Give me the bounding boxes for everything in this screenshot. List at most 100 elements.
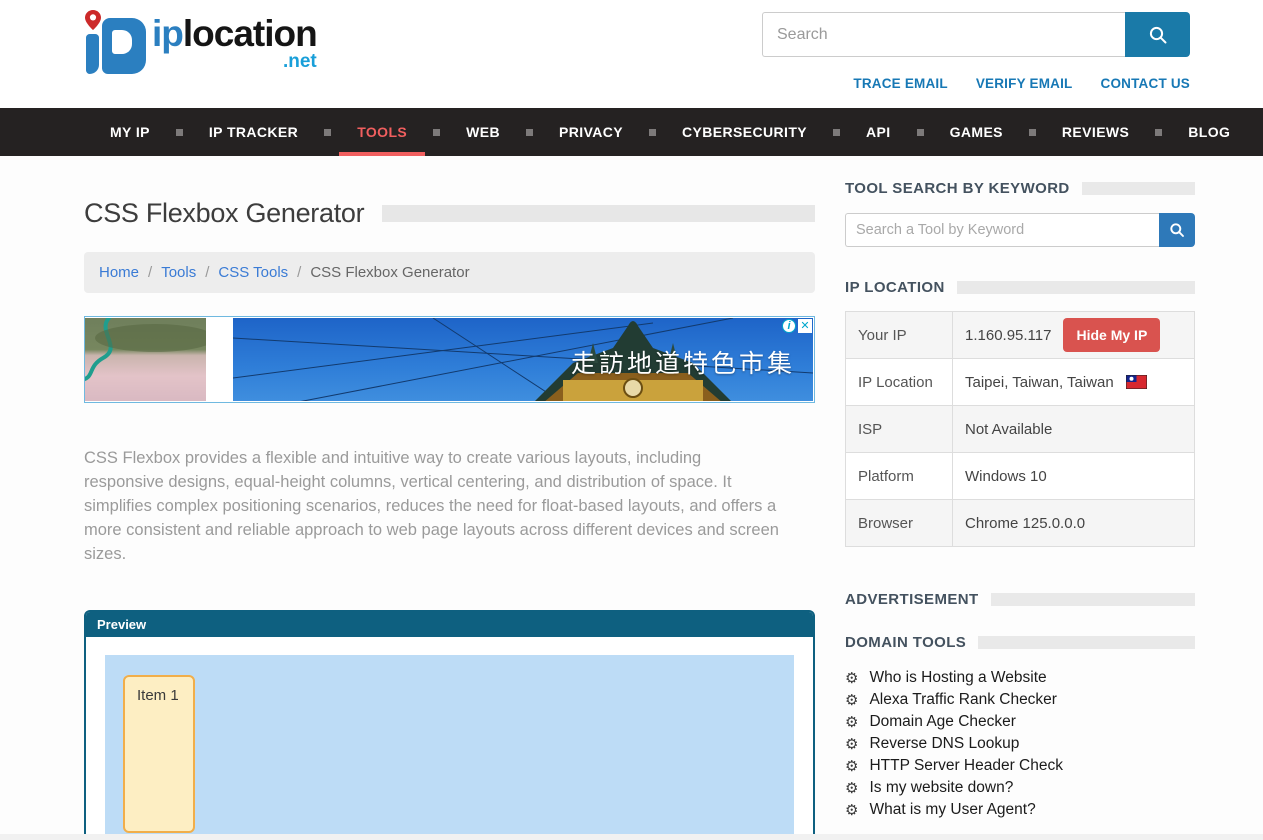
ad-left-image: [85, 318, 206, 401]
domain-tool-link-alexa-rank[interactable]: ⚙ Alexa Traffic Rank Checker: [845, 689, 1195, 711]
preview-panel-body: Item 1: [86, 637, 813, 840]
domain-tool-link-domain-age[interactable]: ⚙ Domain Age Checker: [845, 711, 1195, 733]
contact-us-link[interactable]: CONTACT US: [1101, 76, 1191, 91]
heading-decoration-bar: [978, 636, 1195, 649]
ip-location-heading-row: IP LOCATION: [845, 279, 1195, 296]
header-search-input[interactable]: [762, 12, 1125, 57]
advertisement-heading-row: ADVERTISEMENT: [845, 591, 1195, 608]
ip-location-heading: IP LOCATION: [845, 279, 945, 296]
advertisement-heading: ADVERTISEMENT: [845, 591, 979, 608]
nav-item-games[interactable]: GAMES: [924, 108, 1029, 156]
ad-close-icon[interactable]: ✕: [798, 319, 812, 333]
flex-container-preview: Item 1: [105, 655, 794, 840]
table-row-isp: ISP Not Available: [846, 406, 1195, 453]
bottom-strip: [0, 834, 1263, 840]
nav-item-my-ip[interactable]: MY IP: [84, 108, 176, 156]
search-icon: [1148, 25, 1168, 45]
hide-my-ip-button[interactable]: Hide My IP: [1063, 318, 1160, 352]
nav-item-privacy[interactable]: PRIVACY: [533, 108, 649, 156]
your-ip-value: 1.160.95.117: [965, 327, 1051, 344]
page: iplocation .net TRACE EMAIL VERIFY EMAIL…: [0, 0, 1263, 840]
preview-panel: Preview Item 1: [84, 610, 815, 840]
nav-separator: [917, 129, 924, 136]
nav-item-tools[interactable]: TOOLS: [331, 108, 433, 156]
ip-location-value: Taipei, Taiwan, Taiwan: [965, 374, 1114, 391]
breadcrumb-home-link[interactable]: Home: [99, 264, 139, 281]
tool-search-box: [845, 213, 1195, 247]
page-title: CSS Flexbox Generator: [84, 198, 364, 229]
ad-caption-text: 走訪地道特色市集: [571, 344, 795, 380]
breadcrumb-current: CSS Flexbox Generator: [310, 264, 469, 281]
logo-location-text: location: [183, 13, 317, 54]
row-label: IP Location: [846, 359, 953, 406]
gear-icon: ⚙: [845, 737, 858, 752]
row-label: Your IP: [846, 312, 953, 359]
gear-icon: ⚙: [845, 715, 858, 730]
row-label: Platform: [846, 453, 953, 500]
logo-tld-text: .net: [152, 53, 317, 70]
nav-item-reviews[interactable]: REVIEWS: [1036, 108, 1155, 156]
header: iplocation .net TRACE EMAIL VERIFY EMAIL…: [0, 0, 1263, 108]
ad-right-image: 走訪地道特色市集: [233, 318, 813, 401]
title-decoration-bar: [382, 205, 815, 222]
nav-separator: [649, 129, 656, 136]
ad-banner[interactable]: 走訪地道特色市集 i ✕: [84, 316, 815, 403]
gear-icon: ⚙: [845, 759, 858, 774]
header-search-button[interactable]: [1125, 12, 1190, 57]
domain-tools-heading: DOMAIN TOOLS: [845, 634, 966, 651]
map-pin-icon: [85, 10, 101, 30]
header-links: TRACE EMAIL VERIFY EMAIL CONTACT US: [853, 76, 1190, 91]
main-nav: MY IP IP TRACKER TOOLS WEB PRIVACY CYBER…: [0, 108, 1263, 156]
domain-tools-list: ⚙ Who is Hosting a Website ⚙ Alexa Traff…: [845, 667, 1195, 821]
flex-item-1[interactable]: Item 1: [123, 675, 195, 833]
nav-item-api[interactable]: API: [840, 108, 917, 156]
tool-search-button[interactable]: [1159, 213, 1195, 247]
row-label: ISP: [846, 406, 953, 453]
preview-panel-header: Preview: [86, 612, 813, 637]
nav-separator: [324, 129, 331, 136]
domain-tool-link-user-agent[interactable]: ⚙ What is my User Agent?: [845, 799, 1195, 821]
logo-mark-icon: [84, 8, 148, 80]
domain-tool-link-reverse-dns[interactable]: ⚙ Reverse DNS Lookup: [845, 733, 1195, 755]
trace-email-link[interactable]: TRACE EMAIL: [853, 76, 947, 91]
table-row-your-ip: Your IP 1.160.95.117 Hide My IP: [846, 312, 1195, 359]
nav-item-web[interactable]: WEB: [440, 108, 526, 156]
search-icon: [1169, 222, 1185, 238]
nav-item-blog[interactable]: BLOG: [1162, 108, 1256, 156]
browser-value: Chrome 125.0.0.0: [953, 500, 1195, 547]
gear-icon: ⚙: [845, 693, 858, 708]
breadcrumb-css-tools-link[interactable]: CSS Tools: [218, 264, 288, 281]
nav-separator: [526, 129, 533, 136]
main-column: CSS Flexbox Generator Home / Tools / CSS…: [84, 180, 815, 840]
table-row-ip-location: IP Location Taipei, Taiwan, Taiwan: [846, 359, 1195, 406]
adchoices-icon[interactable]: i: [782, 319, 796, 333]
sidebar: TOOL SEARCH BY KEYWORD IP LOCATION Your …: [845, 180, 1195, 821]
nav-item-cybersecurity[interactable]: CYBERSECURITY: [656, 108, 833, 156]
header-search: [762, 12, 1190, 57]
domain-tool-link-hosting[interactable]: ⚙ Who is Hosting a Website: [845, 667, 1195, 689]
breadcrumb-tools-link[interactable]: Tools: [161, 264, 196, 281]
nav-item-ip-tracker[interactable]: IP TRACKER: [183, 108, 324, 156]
content-area: CSS Flexbox Generator Home / Tools / CSS…: [0, 156, 1263, 180]
tool-search-heading: TOOL SEARCH BY KEYWORD: [845, 180, 1070, 197]
tool-search-input[interactable]: [845, 213, 1159, 247]
verify-email-link[interactable]: VERIFY EMAIL: [976, 76, 1073, 91]
domain-tool-link-website-down[interactable]: ⚙ Is my website down?: [845, 777, 1195, 799]
heading-decoration-bar: [1082, 182, 1195, 195]
row-label: Browser: [846, 500, 953, 547]
taiwan-flag-icon: [1126, 375, 1147, 389]
table-row-browser: Browser Chrome 125.0.0.0: [846, 500, 1195, 547]
site-logo[interactable]: iplocation .net: [84, 8, 317, 80]
tool-search-heading-row: TOOL SEARCH BY KEYWORD: [845, 180, 1195, 197]
platform-value: Windows 10: [953, 453, 1195, 500]
breadcrumb: Home / Tools / CSS Tools / CSS Flexbox G…: [84, 252, 815, 293]
nav-separator: [1155, 129, 1162, 136]
domain-tool-link-http-header[interactable]: ⚙ HTTP Server Header Check: [845, 755, 1195, 777]
nav-separator: [433, 129, 440, 136]
heading-decoration-bar: [957, 281, 1195, 294]
nav-separator: [833, 129, 840, 136]
gear-icon: ⚙: [845, 803, 858, 818]
nav-separator: [1029, 129, 1036, 136]
heading-decoration-bar: [991, 593, 1195, 606]
tool-description: CSS Flexbox provides a flexible and intu…: [84, 446, 784, 566]
